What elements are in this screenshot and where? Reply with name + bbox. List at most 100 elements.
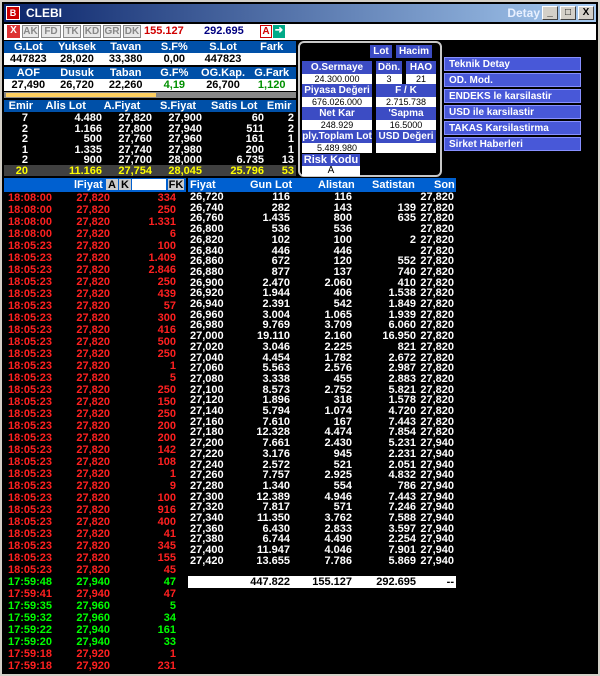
tab-kd[interactable]: KD [83,25,101,38]
tab-tk[interactable]: TK [63,25,81,38]
filter-input[interactable] [132,179,166,190]
trade-price: 27,820 [76,384,110,396]
trade-row[interactable]: 17:59:32 27,960 34 [4,612,186,624]
trade-row[interactable]: 18:08:00 27,820 6 [4,228,186,240]
trade-row[interactable]: 18:05:23 27,820 1.409 [4,252,186,264]
trade-price: 27,820 [76,396,110,408]
stats-row[interactable]: 26,760 1.435 800 635 27,820 [188,213,456,224]
tab-gr[interactable]: GR [103,25,121,38]
trade-row[interactable]: 17:59:20 27,940 33 [4,636,186,648]
col-alistan[interactable]: Alistan [318,179,355,191]
trade-row[interactable]: 18:05:23 27,820 416 [4,324,186,336]
trade-row[interactable]: 17:59:18 27,920 231 [4,660,186,672]
a-toggle[interactable]: A [106,179,118,191]
title-bar[interactable]: B CLEBI Detay _ □ X [4,4,596,22]
range-bar [4,92,296,98]
trade-row[interactable]: 17:59:35 27,960 5 [4,600,186,612]
trade-row[interactable]: 18:05:23 27,820 155 [4,552,186,564]
tab-hacim[interactable]: Hacim [396,45,432,58]
right-scrollbar[interactable] [584,41,598,674]
close-button[interactable]: X [578,6,594,20]
trade-row[interactable]: 18:05:23 27,820 300 [4,312,186,324]
trade-lot: 161 [157,624,176,636]
trade-time: 18:05:23 [8,360,53,372]
trade-row[interactable]: 18:05:23 27,820 45 [4,564,186,576]
tab-ak[interactable]: AK [22,25,39,38]
arrow-right-icon[interactable]: ➜ [273,25,285,38]
trade-time: 18:05:23 [8,288,53,300]
trade-row[interactable]: 18:05:23 27,820 345 [4,540,186,552]
trade-row[interactable]: 18:05:23 27,820 250 [4,408,186,420]
col-fiyat[interactable]: Fiyat [190,179,216,191]
col-lfiyat[interactable]: lFiyat [74,179,103,191]
k-toggle[interactable]: K [119,179,131,191]
link-teknik-detay[interactable]: Teknik Detay [444,57,581,71]
trade-row[interactable]: 18:05:23 27,820 1 [4,468,186,480]
col-son[interactable]: Son [434,179,455,191]
trade-row[interactable]: 18:08:00 27,820 334 [4,192,186,204]
trade-row[interactable]: 17:59:22 27,940 161 [4,624,186,636]
trade-time: 18:05:23 [8,324,53,336]
trade-row[interactable]: 18:05:23 27,820 100 [4,492,186,504]
trade-time: 18:05:23 [8,528,53,540]
stats-header: Fiyat Gun Lot Alistan Satistan Son [188,178,456,192]
trade-row[interactable]: 18:05:23 27,820 1 [4,360,186,372]
trade-row[interactable]: 18:05:23 27,820 150 [4,396,186,408]
trade-row[interactable]: 18:05:23 27,820 100 [4,240,186,252]
trade-list[interactable]: 18:08:00 27,820 334 18:08:00 27,820 250 18:08:… [4,192,186,674]
col-gun-lot[interactable]: Gun Lot [250,179,292,191]
trade-row[interactable]: 18:05:23 27,820 2.846 [4,264,186,276]
link-od-mod[interactable]: OD. Mod. [444,73,581,87]
stats-row[interactable]: 27,420 13.655 7.786 5.869 27,940 [188,555,456,567]
trade-row[interactable]: 18:05:23 27,820 439 [4,288,186,300]
close-icon[interactable]: X [7,25,20,38]
trade-row[interactable]: 18:08:00 27,820 250 [4,204,186,216]
minimize-button[interactable]: _ [542,6,558,20]
tab-lot[interactable]: Lot [370,45,392,58]
trade-row[interactable]: 18:05:23 27,820 5 [4,372,186,384]
trade-row[interactable]: 18:05:23 27,820 400 [4,516,186,528]
trade-row[interactable]: 18:05:23 27,820 250 [4,276,186,288]
link-endeks[interactable]: ENDEKS le karsilastir [444,89,581,103]
trade-time: 17:59:20 [8,636,53,648]
trade-row[interactable]: 18:05:23 27,820 108 [4,456,186,468]
trade-price: 27,820 [76,276,110,288]
toolbar: X AK FD TK KD GR DK 155.127 292.695 A ➜ [4,24,596,40]
tab-dk[interactable]: DK [123,25,141,38]
trade-row[interactable]: 18:05:23 27,820 9 [4,480,186,492]
trade-row[interactable]: 18:05:23 27,820 200 [4,420,186,432]
val-fark [247,53,296,65]
trade-row[interactable]: 17:59:41 27,940 47 [4,588,186,600]
trade-row[interactable]: 18:05:23 27,820 41 [4,528,186,540]
trade-row[interactable]: 18:05:23 27,820 142 [4,444,186,456]
total-satistan: 292.695 [376,576,416,588]
trade-row[interactable]: 18:05:23 27,820 916 [4,504,186,516]
col-satistan[interactable]: Satistan [372,179,415,191]
quote-header-1: G.Lot Yuksek Tavan S.F% S.Lot Fark [4,41,296,53]
trade-row[interactable]: 18:05:23 27,820 57 [4,300,186,312]
trade-lot: 300 [157,312,176,324]
link-takas[interactable]: TAKAS Karsilastirma [444,121,581,135]
tab-fd[interactable]: FD [41,25,61,38]
trade-row[interactable]: 18:05:23 27,820 250 [4,348,186,360]
link-sirket-haberleri[interactable]: Sirket Haberleri [444,137,581,151]
fk-toggle[interactable]: FK [168,179,184,191]
trade-row[interactable]: 18:05:23 27,820 250 [4,384,186,396]
trade-time: 18:05:23 [8,432,53,444]
trade-time: 17:59:32 [8,612,53,624]
maximize-button[interactable]: □ [560,6,576,20]
stats-row[interactable]: 26,820 102 100 2 27,820 [188,234,456,246]
trade-row[interactable]: 17:59:18 27,920 1 [4,648,186,660]
trade-price: 27,820 [76,300,110,312]
price-stats-list[interactable]: 26,720 116 116 27,820 26,740 282 143 139 27,820 2… [188,192,456,592]
trade-price: 27,820 [76,360,110,372]
trade-time: 18:05:23 [8,372,53,384]
detail-panel: Lot Hacim O.Sermaye 24.300.000 Dön. 3 HA… [298,41,442,177]
link-usd[interactable]: USD ile karsilastir [444,105,581,119]
a-button[interactable]: A [260,25,272,38]
trade-row[interactable]: 18:08:00 27,820 1.331 [4,216,186,228]
usd-degeri-button[interactable]: USD Değeri [376,130,436,143]
trade-row[interactable]: 17:59:48 27,940 47 [4,576,186,588]
trade-row[interactable]: 18:05:23 27,820 500 [4,336,186,348]
trade-row[interactable]: 18:05:23 27,820 200 [4,432,186,444]
